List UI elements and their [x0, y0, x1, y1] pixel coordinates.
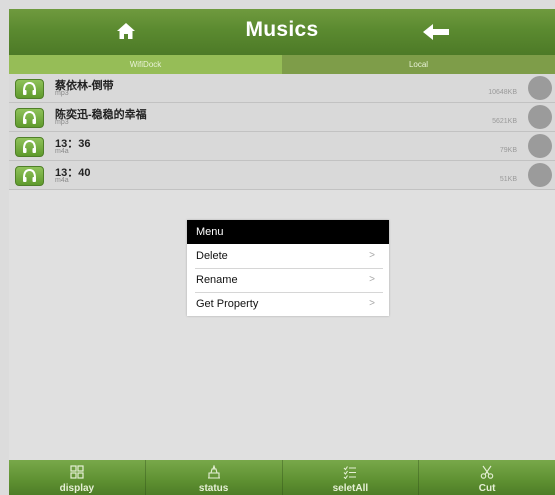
header-bar: Musics: [9, 9, 555, 55]
select-all-button[interactable]: seletAll: [283, 460, 420, 495]
app-screen: Musics WifiDock Local 蔡依林-倒带 mp3 10648KB…: [9, 9, 555, 495]
file-type: m4a: [55, 148, 69, 155]
select-circle-button[interactable]: [528, 105, 552, 129]
menu-item-label: Rename: [196, 274, 238, 286]
scissors-icon: [480, 465, 494, 479]
select-all-icon: [343, 466, 357, 479]
list-item[interactable]: 13：40 m4a 51KB: [9, 161, 555, 190]
bottom-toolbar: display status seletAll Cut: [9, 460, 555, 495]
list-item[interactable]: 陈奕迅-稳稳的幸福 mp3 5621KB: [9, 103, 555, 132]
menu-title: Menu: [187, 220, 389, 244]
list-item[interactable]: 蔡依林-倒带 mp3 10648KB: [9, 74, 555, 103]
source-tabs: WifiDock Local: [9, 55, 555, 74]
headphones-icon: [15, 108, 44, 128]
tab-wifidock[interactable]: WifiDock: [9, 55, 282, 74]
select-all-label: seletAll: [332, 483, 369, 494]
select-circle-button[interactable]: [528, 163, 552, 187]
status-label: status: [198, 483, 229, 494]
file-size: 5621KB: [492, 118, 517, 125]
file-size: 51KB: [499, 176, 517, 183]
file-size: 10648KB: [488, 89, 517, 96]
display-label: display: [59, 483, 95, 494]
back-arrow-icon[interactable]: [421, 22, 451, 42]
cut-button[interactable]: Cut: [419, 460, 555, 495]
menu-item-get-property[interactable]: Get Property >: [187, 292, 389, 316]
select-circle-button[interactable]: [528, 76, 552, 100]
select-circle-button[interactable]: [528, 134, 552, 158]
headphones-icon: [15, 79, 44, 99]
file-type: mp3: [55, 119, 69, 126]
list-item[interactable]: 13：36 m4a 79KB: [9, 132, 555, 161]
menu-item-rename[interactable]: Rename >: [187, 268, 389, 292]
display-button[interactable]: display: [9, 460, 146, 495]
file-size: 79KB: [499, 147, 517, 154]
page-title: Musics: [245, 18, 319, 41]
chevron-right-icon: >: [369, 274, 375, 285]
headphones-icon: [15, 137, 44, 157]
chevron-right-icon: >: [369, 298, 375, 309]
status-button[interactable]: status: [146, 460, 283, 495]
music-file-list: 蔡依林-倒带 mp3 10648KB 陈奕迅-稳稳的幸福 mp3 5621KB …: [9, 74, 555, 190]
chevron-right-icon: >: [369, 250, 375, 261]
cut-label: Cut: [478, 483, 496, 494]
headphones-icon: [15, 166, 44, 186]
file-type: m4a: [55, 177, 69, 184]
menu-item-label: Delete: [196, 250, 228, 262]
menu-item-label: Get Property: [196, 298, 259, 310]
tab-local[interactable]: Local: [282, 55, 555, 74]
menu-item-delete[interactable]: Delete >: [187, 244, 389, 268]
status-icon: [207, 465, 220, 479]
grid-icon: [70, 465, 84, 479]
file-type: mp3: [55, 90, 69, 97]
context-menu: Menu Delete > Rename > Get Property >: [187, 220, 389, 316]
